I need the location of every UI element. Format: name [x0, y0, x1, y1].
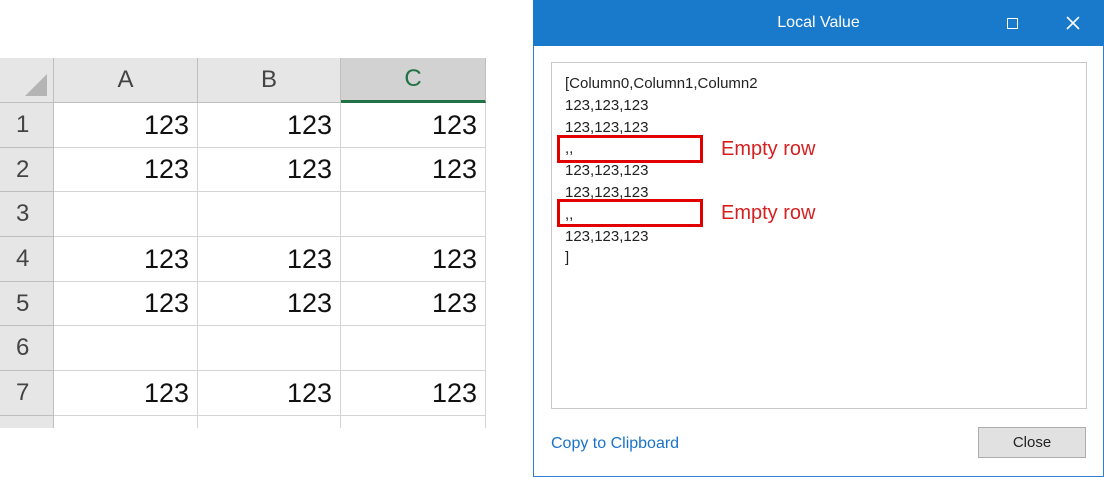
content-line: ] [565, 249, 570, 267]
content-line: 123,123,123 [565, 162, 649, 180]
cell-a4[interactable]: 123 [54, 237, 198, 282]
cell-b7[interactable]: 123 [198, 371, 341, 416]
column-header-a[interactable]: A [54, 58, 198, 103]
cell-c5[interactable]: 123 [341, 282, 486, 326]
select-all-corner[interactable] [0, 58, 54, 103]
cell-c6[interactable] [341, 326, 486, 371]
cell-b3[interactable] [198, 192, 341, 237]
cell-a3[interactable] [54, 192, 198, 237]
close-icon [1066, 16, 1080, 30]
cell-c7[interactable]: 123 [341, 371, 486, 416]
cell-a1[interactable]: 123 [54, 103, 198, 148]
content-line: 123,123,123 [565, 96, 649, 114]
empty-row-annotation: Empty row [721, 202, 816, 224]
cell-a6[interactable] [54, 326, 198, 371]
cell-a7[interactable]: 123 [54, 371, 198, 416]
column-header-b[interactable]: B [198, 58, 341, 103]
cell-b6[interactable] [198, 326, 341, 371]
copy-to-clipboard-link[interactable]: Copy to Clipboard [551, 435, 679, 453]
maximize-icon [1006, 17, 1018, 29]
cell-a5[interactable]: 123 [54, 282, 198, 326]
select-all-triangle-icon [25, 74, 47, 96]
content-line: 123,123,123 [565, 227, 649, 245]
close-button[interactable]: Close [978, 427, 1086, 458]
empty-row-annotation: Empty row [721, 138, 816, 160]
row-header-7[interactable]: 7 [0, 371, 54, 416]
row-header-3[interactable]: 3 [0, 192, 54, 237]
local-value-dialog: Local Value [Column0,Column1,Column2 123… [533, 0, 1104, 477]
spreadsheet-grid: A B C 1 123 123 123 2 123 123 123 3 4 12… [0, 58, 486, 428]
cell-a2[interactable]: 123 [54, 148, 198, 192]
cell-partial [341, 416, 486, 428]
dialog-titlebar[interactable]: Local Value [533, 0, 1104, 46]
row-header-partial [0, 416, 54, 428]
cell-c3[interactable] [341, 192, 486, 237]
value-textarea[interactable]: [Column0,Column1,Column2 123,123,123 123… [551, 62, 1087, 409]
cell-b2[interactable]: 123 [198, 148, 341, 192]
cell-partial [198, 416, 341, 428]
row-header-1[interactable]: 1 [0, 103, 54, 148]
row-header-4[interactable]: 4 [0, 237, 54, 282]
row-header-2[interactable]: 2 [0, 148, 54, 192]
row-header-5[interactable]: 5 [0, 282, 54, 326]
cell-b4[interactable]: 123 [198, 237, 341, 282]
maximize-button[interactable] [989, 0, 1035, 46]
cell-partial [54, 416, 198, 428]
content-line: [Column0,Column1,Column2 [565, 75, 758, 92]
close-window-button[interactable] [1050, 0, 1096, 46]
cell-b5[interactable]: 123 [198, 282, 341, 326]
empty-row-highlight-box [557, 135, 703, 163]
cell-c2[interactable]: 123 [341, 148, 486, 192]
cell-b1[interactable]: 123 [198, 103, 341, 148]
cell-c4[interactable]: 123 [341, 237, 486, 282]
column-header-c[interactable]: C [341, 58, 486, 103]
row-header-6[interactable]: 6 [0, 326, 54, 371]
cell-c1[interactable]: 123 [341, 103, 486, 148]
empty-row-highlight-box [557, 199, 703, 227]
